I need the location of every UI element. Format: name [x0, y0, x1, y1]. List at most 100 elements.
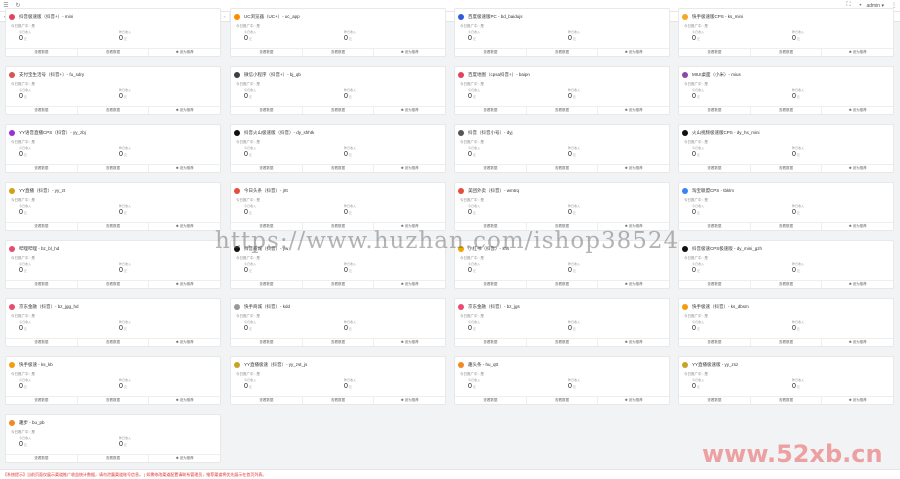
view-detail-button[interactable]: 查看数据: [78, 165, 150, 172]
channel-card[interactable]: YY直播极速（抖音）- yy_zst_js 今日推广中 : 是今日收入 0元 昨日收入…: [230, 356, 446, 405]
view-detail-button[interactable]: 查看数据: [751, 339, 823, 346]
view-detail-button[interactable]: 查看数据: [303, 339, 375, 346]
channel-card[interactable]: 今日头条（抖音）- jrtt 今日推广中 : 是今日收入 0元 昨日收入 0元 查看数据查…: [230, 182, 446, 231]
view-data-button[interactable]: 查看数据: [231, 165, 303, 172]
view-data-button[interactable]: 查看数据: [231, 107, 303, 114]
view-data-button[interactable]: 查看数据: [231, 49, 303, 56]
view-data-button[interactable]: 查看数据: [6, 107, 78, 114]
view-detail-button[interactable]: 查看数据: [527, 165, 599, 172]
view-data-button[interactable]: 查看数据: [455, 49, 527, 56]
channel-card[interactable]: 抖音极速版（抖音+）- mini 今日推广中 : 是今日收入 0元 昨日收入 0元 查看数…: [5, 8, 221, 57]
view-detail-button[interactable]: 查看数据: [527, 107, 599, 114]
set-recommend-button[interactable]: ✱ 设为推荐: [149, 455, 220, 462]
channel-card[interactable]: 快手极速版CPS - ks_mini 今日推广中 : 是今日收入 0元 昨日收入 0元查…: [678, 8, 894, 57]
view-detail-button[interactable]: 查看数据: [78, 397, 150, 404]
view-detail-button[interactable]: 查看数据: [751, 165, 823, 172]
view-detail-button[interactable]: 查看数据: [527, 339, 599, 346]
view-detail-button[interactable]: 查看数据: [303, 281, 375, 288]
channel-card[interactable]: YY直播极速版 - yy_zsz 今日推广中 : 是今日收入 0元 昨日收入 0元 查看数…: [678, 356, 894, 405]
channel-card[interactable]: 支付宝生活号（抖音+）- fu_sdry 今日推广中 : 是今日收入 0元 昨日收入 0…: [5, 66, 221, 115]
view-detail-button[interactable]: 查看数据: [303, 397, 375, 404]
view-data-button[interactable]: 查看数据: [679, 49, 751, 56]
view-detail-button[interactable]: 查看数据: [527, 281, 599, 288]
view-detail-button[interactable]: 查看数据: [751, 107, 823, 114]
set-recommend-button[interactable]: ✱ 设为推荐: [598, 339, 669, 346]
channel-card[interactable]: 哔哩哔哩 - bz_bl_hd 今日推广中 : 是今日收入 0元 昨日收入 0元 查看数据…: [5, 240, 221, 289]
channel-card[interactable]: YY直播（抖音）- yy_zt 今日推广中 : 是今日收入 0元 昨日收入 0元 查看数据…: [5, 182, 221, 231]
channel-card[interactable]: 京东金融（抖音）- bz_jgs 今日推广中 : 是今日收入 0元 昨日收入 0元 查看数…: [454, 298, 670, 347]
channel-card[interactable]: MIUI桌面（小米）- mius 今日推广中 : 是今日收入 0元 昨日收入 0元 查看数…: [678, 66, 894, 115]
view-data-button[interactable]: 查看数据: [6, 281, 78, 288]
channel-card[interactable]: 抖音火山极速版（抖音）- dy_shhtk 今日推广中 : 是今日收入 0元 昨日收入…: [230, 124, 446, 173]
view-data-button[interactable]: 查看数据: [6, 455, 78, 462]
channel-card[interactable]: 快手极速（抖音）- ks_dbsm 今日推广中 : 是今日收入 0元 昨日收入 0元 查看…: [678, 298, 894, 347]
view-detail-button[interactable]: 查看数据: [78, 107, 150, 114]
view-data-button[interactable]: 查看数据: [455, 339, 527, 346]
channel-card[interactable]: 抖音极速CPS极速版 - dy_mini_gzh 今日推广中 : 是今日收入 0元昨…: [678, 240, 894, 289]
view-detail-button[interactable]: 查看数据: [78, 281, 150, 288]
view-detail-button[interactable]: 查看数据: [78, 223, 150, 230]
set-recommend-button[interactable]: ✱ 设为推荐: [374, 107, 445, 114]
view-detail-button[interactable]: 查看数据: [751, 223, 823, 230]
view-data-button[interactable]: 查看数据: [231, 339, 303, 346]
channel-card[interactable]: 百度地图（cpsa抖音+）- baipn 今日推广中 : 是今日收入 0元 昨日收入 0…: [454, 66, 670, 115]
view-detail-button[interactable]: 查看数据: [751, 397, 823, 404]
view-data-button[interactable]: 查看数据: [455, 107, 527, 114]
view-data-button[interactable]: 查看数据: [679, 339, 751, 346]
view-detail-button[interactable]: 查看数据: [751, 49, 823, 56]
view-data-button[interactable]: 查看数据: [455, 165, 527, 172]
view-data-button[interactable]: 查看数据: [6, 49, 78, 56]
channel-card[interactable]: 抖音（抖音小号）- dyj 今日推广中 : 是今日收入 0元 昨日收入 0元 查看数据 查看…: [454, 124, 670, 173]
set-recommend-button[interactable]: ✱ 设为推荐: [149, 49, 220, 56]
set-recommend-button[interactable]: ✱ 设为推荐: [374, 397, 445, 404]
channel-card[interactable]: 微信小程序（抖音+）- bj_qb 今日推广中 : 是今日收入 0元 昨日收入 0元 查看…: [230, 66, 446, 115]
channel-card[interactable]: 快手商城（抖音）- kdd 今日推广中 : 是今日收入 0元 昨日收入 0元 查看数据 查看…: [230, 298, 446, 347]
view-data-button[interactable]: 查看数据: [231, 281, 303, 288]
set-recommend-button[interactable]: ✱ 设为推荐: [598, 49, 669, 56]
view-detail-button[interactable]: 查看数据: [527, 49, 599, 56]
view-data-button[interactable]: 查看数据: [6, 165, 78, 172]
set-recommend-button[interactable]: ✱ 设为推荐: [149, 107, 220, 114]
set-recommend-button[interactable]: ✱ 设为推荐: [598, 107, 669, 114]
view-detail-button[interactable]: 查看数据: [303, 49, 375, 56]
set-recommend-button[interactable]: ✱ 设为推荐: [822, 281, 893, 288]
tab-close-icon[interactable]: ×: [223, 14, 225, 19]
set-recommend-button[interactable]: ✱ 设为推荐: [822, 107, 893, 114]
channel-card[interactable]: YY语音直播CPS（抖音）- yy_zbj 今日推广中 : 是今日收入 0元 昨日收入…: [5, 124, 221, 173]
set-recommend-button[interactable]: ✱ 设为推荐: [822, 339, 893, 346]
view-data-button[interactable]: 查看数据: [679, 397, 751, 404]
set-recommend-button[interactable]: ✱ 设为推荐: [374, 49, 445, 56]
channel-card[interactable]: 快手极速 - ks_kb 今日推广中 : 是今日收入 0元 昨日收入 0元 查看数据 查看数…: [5, 356, 221, 405]
channel-card[interactable]: 百度极速版PC - bd_baidujs 今日推广中 : 是今日收入 0元 昨日收入 0…: [454, 8, 670, 57]
set-recommend-button[interactable]: ✱ 设为推荐: [822, 397, 893, 404]
view-detail-button[interactable]: 查看数据: [527, 397, 599, 404]
set-recommend-button[interactable]: ✱ 设为推荐: [374, 339, 445, 346]
view-detail-button[interactable]: 查看数据: [751, 281, 823, 288]
channel-card[interactable]: UC浏览器（UC+）- uc_app 今日推广中 : 是今日收入 0元 昨日收入 0元查…: [230, 8, 446, 57]
view-data-button[interactable]: 查看数据: [679, 223, 751, 230]
set-recommend-button[interactable]: ✱ 设为推荐: [598, 165, 669, 172]
set-recommend-button[interactable]: ✱ 设为推荐: [149, 223, 220, 230]
set-recommend-button[interactable]: ✱ 设为推荐: [598, 281, 669, 288]
set-recommend-button[interactable]: ✱ 设为推荐: [822, 223, 893, 230]
view-detail-button[interactable]: 查看数据: [78, 339, 150, 346]
view-detail-button[interactable]: 查看数据: [78, 49, 150, 56]
channel-card[interactable]: 美团外卖（抖音）- wmtrq 今日推广中 : 是今日收入 0元 昨日收入 0元 查看数据…: [454, 182, 670, 231]
view-data-button[interactable]: 查看数据: [679, 107, 751, 114]
channel-card[interactable]: 趣头条 - hu_qtt 今日推广中 : 是今日收入 0元 昨日收入 0元 查看数据 查看数…: [454, 356, 670, 405]
view-data-button[interactable]: 查看数据: [455, 397, 527, 404]
view-data-button[interactable]: 查看数据: [679, 165, 751, 172]
set-recommend-button[interactable]: ✱ 设为推荐: [822, 165, 893, 172]
set-recommend-button[interactable]: ✱ 设为推荐: [149, 281, 220, 288]
view-data-button[interactable]: 查看数据: [6, 223, 78, 230]
set-recommend-button[interactable]: ✱ 设为推荐: [149, 165, 220, 172]
set-recommend-button[interactable]: ✱ 设为推荐: [149, 397, 220, 404]
view-data-button[interactable]: 查看数据: [455, 281, 527, 288]
view-detail-button[interactable]: 查看数据: [78, 455, 150, 462]
channel-card[interactable]: 趣步 - bu_pb 今日推广中 : 是今日收入 0元 昨日收入 0元 查看数据 查看数据 ✱…: [5, 414, 221, 463]
channel-card[interactable]: 京东金融（抖音）- bz_jgg_hd 今日推广中 : 是今日收入 0元 昨日收入 0元…: [5, 298, 221, 347]
view-detail-button[interactable]: 查看数据: [303, 107, 375, 114]
set-recommend-button[interactable]: ✱ 设为推荐: [374, 281, 445, 288]
set-recommend-button[interactable]: ✱ 设为推荐: [374, 165, 445, 172]
channel-card[interactable]: 淘宝联盟CPS - tbklm 今日推广中 : 是今日收入 0元 昨日收入 0元 查看数据…: [678, 182, 894, 231]
